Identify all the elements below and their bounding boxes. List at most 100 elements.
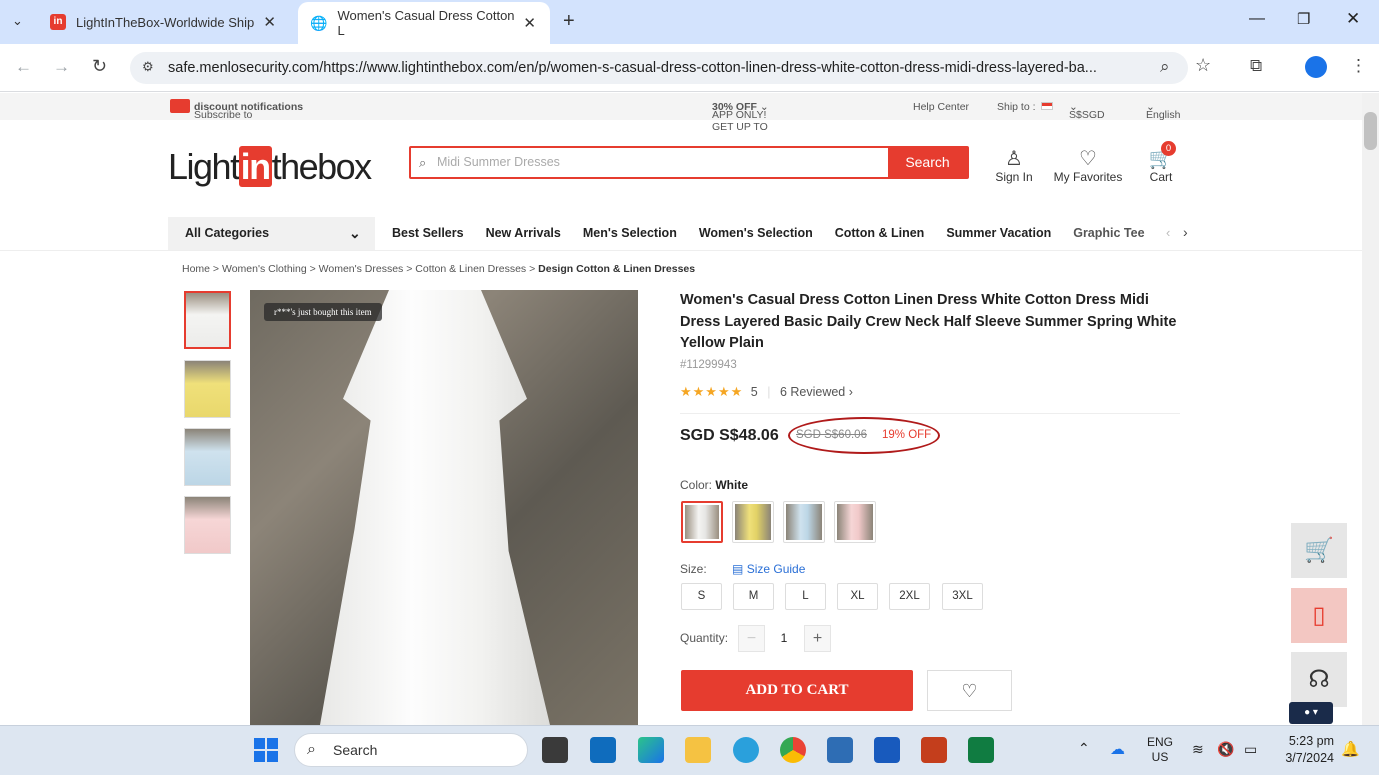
wishlist-button[interactable]: ♡: [927, 670, 1012, 711]
restore-button[interactable]: ❐: [1297, 10, 1310, 28]
color-swatch-blue[interactable]: [783, 501, 825, 543]
onedrive-icon[interactable]: ☁: [1110, 740, 1125, 758]
site-logo[interactable]: Lightinthebox: [168, 146, 372, 188]
word-icon[interactable]: [874, 737, 900, 763]
reload-icon[interactable]: ↻: [92, 56, 107, 77]
excel-icon[interactable]: [968, 737, 994, 763]
photos-icon[interactable]: [827, 737, 853, 763]
ruler-icon: ▤: [732, 562, 744, 576]
close-tab-icon[interactable]: ✕: [263, 13, 276, 31]
file-explorer-dark-icon[interactable]: [542, 737, 568, 763]
close-window-button[interactable]: ✕: [1346, 9, 1360, 29]
size-option-m[interactable]: M: [733, 583, 774, 610]
new-tab-button[interactable]: +: [563, 10, 575, 33]
size-option-s[interactable]: S: [681, 583, 722, 610]
heart-icon: ♡: [961, 681, 978, 701]
size-option-3xl[interactable]: 3XL: [942, 583, 983, 610]
nav-next-icon[interactable]: ›: [1183, 224, 1188, 240]
chevron-up-icon[interactable]: ⌃: [1078, 740, 1090, 757]
close-tab-icon[interactable]: ✕: [523, 14, 536, 32]
add-to-cart-button[interactable]: ADD TO CART: [681, 670, 913, 711]
color-swatch-yellow[interactable]: [732, 501, 774, 543]
thumbnail-yellow[interactable]: [184, 360, 231, 418]
floating-cart-button[interactable]: 🛒: [1291, 523, 1347, 578]
size-option-xl[interactable]: XL: [837, 583, 878, 610]
cart-button[interactable]: 🛒 Cart 0: [1145, 141, 1177, 184]
zoom-icon[interactable]: ⌕: [1160, 57, 1170, 77]
crumb-cotton-linen-dresses[interactable]: Cotton & Linen Dresses: [415, 263, 526, 275]
language-select[interactable]: English ⌄: [1146, 101, 1180, 121]
thumbnail-white[interactable]: [184, 291, 231, 349]
nav-mens-selection[interactable]: Men's Selection: [583, 226, 677, 240]
nav-cotton-linen[interactable]: Cotton & Linen: [835, 226, 925, 240]
favorites-button[interactable]: ♡ My Favorites: [1050, 146, 1126, 184]
size-guide-link[interactable]: ▤ Size Guide: [732, 562, 805, 576]
edge-icon[interactable]: [638, 737, 664, 763]
folder-icon[interactable]: [685, 737, 711, 763]
size-option-l[interactable]: L: [785, 583, 826, 610]
volume-muted-icon[interactable]: 🔇: [1217, 741, 1234, 758]
battery-icon[interactable]: ▭: [1244, 741, 1257, 758]
site-info-icon[interactable]: ⚙: [142, 59, 154, 75]
skype-icon[interactable]: [733, 737, 759, 763]
sign-in-button[interactable]: ♙ Sign In: [993, 146, 1035, 184]
profile-avatar[interactable]: [1305, 56, 1327, 78]
search-input[interactable]: ⌕ Midi Summer Dresses: [411, 148, 888, 177]
thumbnail-pink[interactable]: [184, 496, 231, 554]
nav-new-arrivals[interactable]: New Arrivals: [486, 226, 561, 240]
ship-to-label[interactable]: Ship to :: [997, 101, 1036, 113]
help-center-link[interactable]: Help Center: [913, 101, 969, 113]
product-title: Women's Casual Dress Cotton Linen Dress …: [680, 292, 1177, 351]
url-field[interactable]: ⚙ safe.menlosecurity.com/https://www.lig…: [130, 52, 1188, 84]
powerpoint-icon[interactable]: [921, 737, 947, 763]
outlook-icon[interactable]: [590, 737, 616, 763]
page-scrollbar[interactable]: [1362, 93, 1379, 725]
scrollbar-thumb[interactable]: [1364, 112, 1377, 150]
tab-title: LightInTheBox-Worldwide Ship: [76, 14, 255, 30]
nav-graphic-tee[interactable]: Graphic Tee: [1073, 226, 1144, 240]
crumb-womens-dresses[interactable]: Women's Dresses: [319, 263, 404, 275]
nav-summer-vacation[interactable]: Summer Vacation: [946, 226, 1051, 240]
tab-lightinthebox[interactable]: in LightInTheBox-Worldwide Ship ✕: [50, 0, 290, 44]
product-sku: #11299943: [680, 359, 737, 371]
input-language[interactable]: ENG US: [1145, 735, 1175, 765]
wifi-icon[interactable]: ≋: [1192, 741, 1204, 758]
quantity-value[interactable]: 1: [770, 631, 798, 645]
crumb-womens-clothing[interactable]: Women's Clothing: [222, 263, 307, 275]
main-product-image[interactable]: [250, 290, 638, 725]
language-widget[interactable]: ● ▾: [1289, 702, 1333, 724]
bookmark-star-icon[interactable]: ☆: [1195, 55, 1211, 76]
color-swatch-white[interactable]: [681, 501, 723, 543]
tab-product[interactable]: 🌐 Women's Casual Dress Cotton L ✕: [298, 2, 550, 44]
floating-app-button[interactable]: ▯: [1291, 588, 1347, 643]
quantity-increase-button[interactable]: +: [804, 625, 831, 652]
nav-best-sellers[interactable]: Best Sellers: [392, 226, 464, 240]
notification-bell-icon[interactable]: 🔔: [1341, 740, 1360, 758]
crumb-home[interactable]: Home: [182, 263, 210, 275]
subscribe-link[interactable]: Subscribe to discount notifications: [194, 101, 303, 121]
floating-support-button[interactable]: ☊: [1291, 652, 1347, 707]
chrome-icon[interactable]: [780, 737, 806, 763]
size-option-2xl[interactable]: 2XL: [889, 583, 930, 610]
windows-start-icon[interactable]: [254, 738, 278, 762]
all-categories-dropdown[interactable]: All Categories ⌄: [168, 217, 375, 250]
extensions-icon[interactable]: ⧉: [1250, 56, 1262, 76]
forward-icon[interactable]: →: [53, 57, 70, 77]
clock[interactable]: 5:23 pm 3/7/2024: [1272, 733, 1334, 767]
quantity-decrease-button[interactable]: −: [738, 625, 765, 652]
app-promo[interactable]: APP ONLY! GET UP TO 30% OFF ⌄: [712, 101, 769, 133]
thumbnail-blue[interactable]: [184, 428, 231, 486]
search-button[interactable]: Search: [888, 148, 967, 177]
color-swatch-pink[interactable]: [834, 501, 876, 543]
taskbar-search[interactable]: ⌕ Search: [294, 733, 528, 767]
tab-search-chevron-icon[interactable]: ⌄: [12, 13, 23, 29]
back-icon[interactable]: ←: [15, 57, 32, 77]
menu-kebab-icon[interactable]: ⋮: [1350, 56, 1367, 76]
nav-prev-icon[interactable]: ‹: [1166, 225, 1170, 240]
lightinthebox-favicon-icon: in: [50, 14, 66, 30]
reviews-link[interactable]: 6 Reviewed ›: [780, 385, 853, 399]
nav-womens-selection[interactable]: Women's Selection: [699, 226, 813, 240]
currency-select[interactable]: S$SGD ⌄: [1069, 101, 1105, 121]
minimize-button[interactable]: —: [1249, 10, 1265, 28]
heart-icon: ♡: [1079, 148, 1097, 170]
